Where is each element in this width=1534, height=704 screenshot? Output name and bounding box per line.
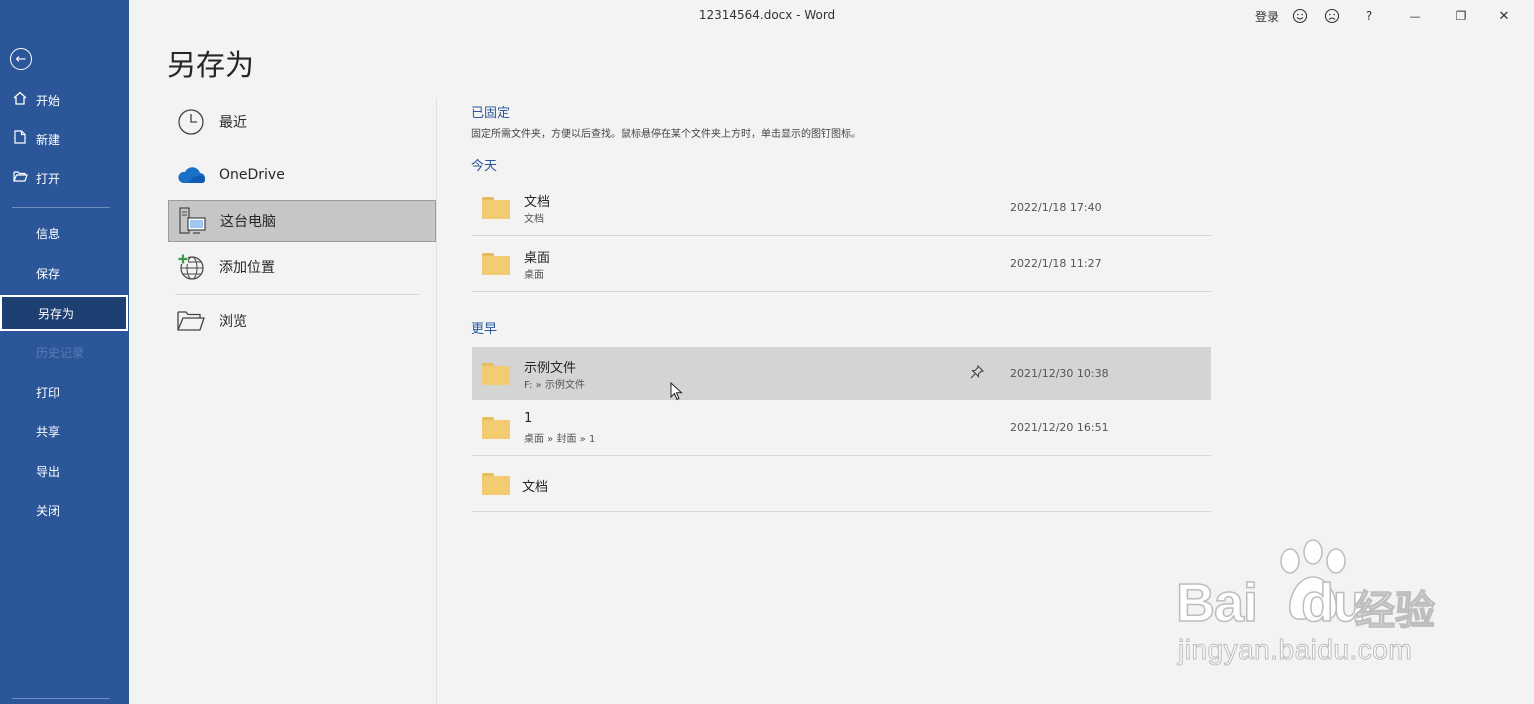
folder-icon <box>482 417 510 439</box>
globe-add-icon <box>174 252 208 282</box>
help-button[interactable]: ? <box>1346 6 1392 26</box>
folder-icon <box>482 473 510 495</box>
folder-path: 桌面 <box>524 270 544 281</box>
location-recent-label: 最近 <box>219 115 247 131</box>
open-folder-icon <box>12 170 28 186</box>
nav-save-label: 保存 <box>36 266 61 281</box>
frown-icon[interactable] <box>1318 6 1346 26</box>
folder-name: 示例文件 <box>524 361 577 376</box>
folder-name: 文档 <box>522 480 549 495</box>
folder-row[interactable]: 文档 文档 2022/1/18 17:40 <box>472 181 1211 236</box>
folder-icon <box>482 363 510 385</box>
pin-icon[interactable] <box>970 364 985 383</box>
earlier-heading: 更早 <box>471 322 498 337</box>
nav-new[interactable]: 新建 <box>0 121 129 157</box>
page-title: 另存为 <box>167 48 255 82</box>
folder-path: F: » 示例文件 <box>524 380 585 391</box>
nav-share[interactable]: 共享 <box>0 413 129 449</box>
mouse-cursor-icon <box>670 382 683 401</box>
nav-print[interactable]: 打印 <box>0 374 129 410</box>
location-this-pc[interactable]: 这台电脑 <box>168 200 436 242</box>
nav-history-label: 历史记录 <box>36 345 85 360</box>
nav-close-label: 关闭 <box>36 503 61 518</box>
nav-share-label: 共享 <box>36 424 61 439</box>
folder-date: 2022/1/18 11:27 <box>1010 257 1102 270</box>
pinned-description: 固定所需文件夹，方便以后查找。鼠标悬停在某个文件夹上方时，单击显示的图钉图标。 <box>471 129 861 140</box>
minimize-button[interactable]: — <box>1392 6 1438 26</box>
nav-new-label: 新建 <box>36 132 61 147</box>
nav-export[interactable]: 导出 <box>0 453 129 489</box>
smile-icon[interactable] <box>1282 6 1318 26</box>
watermark-url: jingyan.baidu.com <box>1177 634 1413 666</box>
nav-open-label: 打开 <box>36 171 61 186</box>
nav-close[interactable]: 关闭 <box>0 492 129 528</box>
folder-row[interactable]: 1 桌面 » 封面 » 1 2021/12/20 16:51 <box>472 401 1211 456</box>
cloud-icon <box>174 160 208 190</box>
folder-icon <box>482 197 510 219</box>
backstage-sidebar: ← 开始 新建 打开 信息 保存 另存为 历史记录 打印 共享 导出 关闭 <box>0 0 129 704</box>
folder-path: 桌面 » 封面 » 1 <box>524 434 596 445</box>
folder-date: 2022/1/18 17:40 <box>1010 201 1102 214</box>
home-icon <box>12 91 28 109</box>
folder-name: 桌面 <box>524 251 551 266</box>
nav-save-as-label: 另存为 <box>38 306 75 321</box>
location-this-pc-label: 这台电脑 <box>220 214 276 230</box>
location-browse[interactable]: 浏览 <box>168 300 436 342</box>
clock-icon <box>174 107 208 137</box>
folder-row[interactable]: 桌面 桌面 2022/1/18 11:27 <box>472 237 1211 292</box>
watermark-cn: 经验 <box>1354 587 1435 634</box>
nav-info[interactable]: 信息 <box>0 215 129 251</box>
column-divider <box>436 98 437 704</box>
locations-divider <box>175 294 419 295</box>
folder-open-icon <box>174 306 208 336</box>
folder-icon <box>482 253 510 275</box>
nav-divider <box>12 207 110 208</box>
folder-name: 文档 <box>524 195 551 210</box>
signin-button[interactable]: 登录 <box>1252 6 1282 26</box>
close-window-button[interactable]: ✕ <box>1484 6 1524 26</box>
folder-path: 文档 <box>524 214 544 225</box>
watermark-brand: Bai du <box>1175 572 1367 634</box>
nav-home-label: 开始 <box>36 93 61 108</box>
folder-row[interactable]: 文档 <box>472 457 1211 512</box>
location-recent[interactable]: 最近 <box>168 101 436 143</box>
nav-divider-bottom <box>12 698 110 699</box>
nav-export-label: 导出 <box>36 464 61 479</box>
new-doc-icon <box>12 130 28 148</box>
nav-save-as[interactable]: 另存为 <box>0 295 128 331</box>
location-onedrive[interactable]: OneDrive <box>168 154 436 196</box>
back-arrow-icon[interactable]: ← <box>10 48 32 70</box>
nav-save[interactable]: 保存 <box>0 255 129 291</box>
today-heading: 今天 <box>471 159 498 174</box>
pinned-heading: 已固定 <box>471 106 511 121</box>
nav-info-label: 信息 <box>36 226 61 241</box>
location-onedrive-label: OneDrive <box>219 167 285 183</box>
titlebar-controls: 登录 ? — ❐ ✕ <box>1252 6 1524 26</box>
restore-button[interactable]: ❐ <box>1438 6 1484 26</box>
nav-history: 历史记录 <box>0 334 129 370</box>
location-add-place-label: 添加位置 <box>219 260 275 276</box>
nav-open[interactable]: 打开 <box>0 160 129 196</box>
nav-home[interactable]: 开始 <box>0 82 129 118</box>
folder-row[interactable]: 示例文件 F: » 示例文件 2021/12/30 10:38 <box>472 347 1211 400</box>
folder-date: 2021/12/30 10:38 <box>1010 367 1109 380</box>
folder-name: 1 <box>524 411 533 426</box>
location-browse-label: 浏览 <box>219 314 247 330</box>
watermark-brand-bai: Bai <box>1175 572 1259 634</box>
computer-icon <box>175 206 209 236</box>
nav-print-label: 打印 <box>36 385 61 400</box>
location-add-place[interactable]: 添加位置 <box>168 246 436 288</box>
folder-date: 2021/12/20 16:51 <box>1010 421 1109 434</box>
